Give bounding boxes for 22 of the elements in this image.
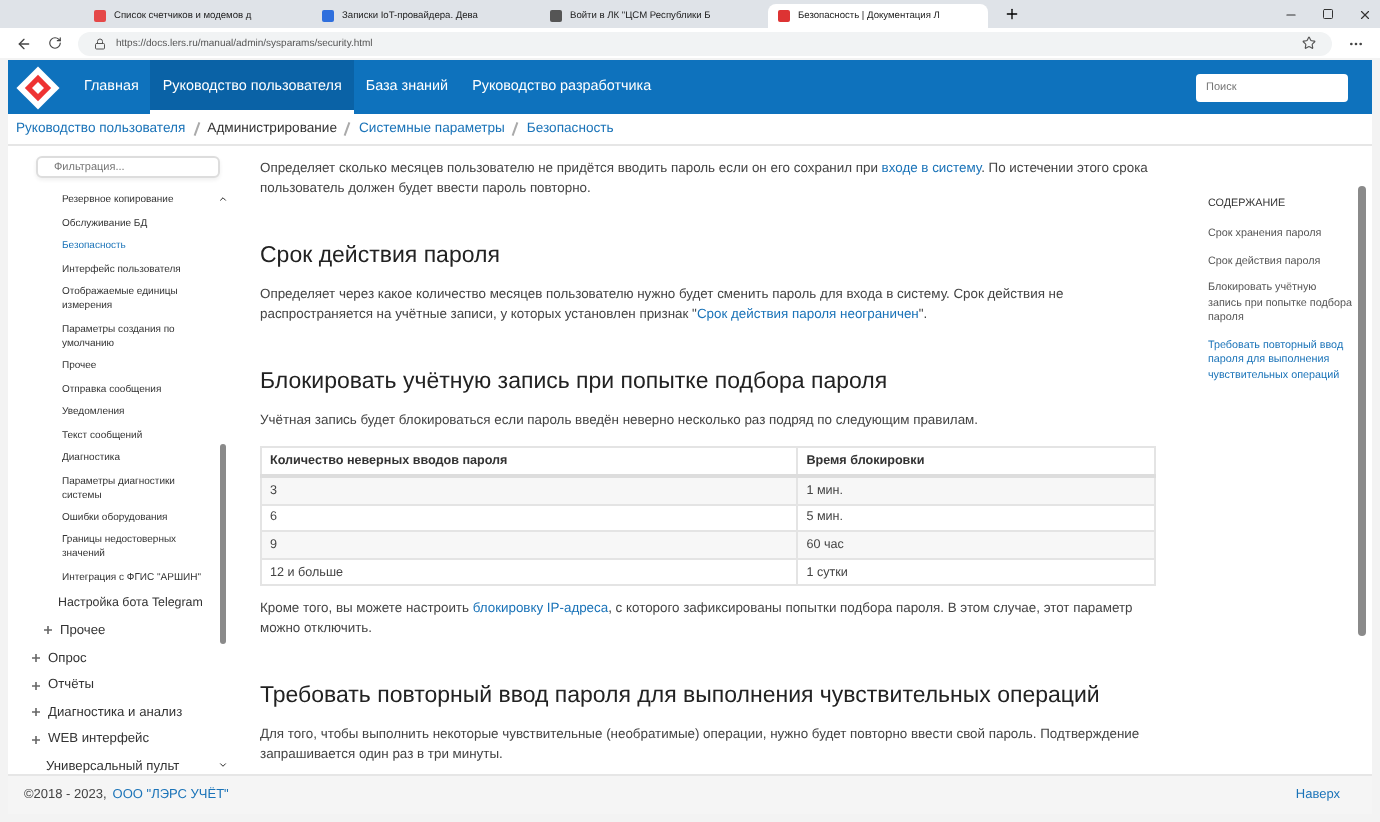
scrollbar[interactable] (218, 194, 228, 770)
star-icon[interactable] (1302, 36, 1316, 50)
section-heading: Блокировать учётную запись при попытке подбора пароля (260, 368, 890, 396)
section-heading: Требовать повторный ввод пароля для выполнения чувствительных операций (260, 682, 1102, 711)
lock-icon (94, 37, 106, 49)
plus-icon (32, 681, 40, 690)
scroll-up-icon[interactable] (218, 194, 228, 204)
favicon-icon (550, 10, 562, 22)
maximize-icon[interactable] (1322, 7, 1334, 19)
favicon-icon (778, 10, 790, 22)
new-tab-icon[interactable] (1004, 6, 1020, 22)
plus-icon (44, 626, 52, 635)
favicon-icon (94, 10, 106, 22)
plus-icon (32, 654, 40, 663)
favicon-icon (322, 10, 334, 22)
scroll-down-icon[interactable] (218, 760, 228, 770)
section-heading: Срок действия пароля (260, 242, 502, 270)
refresh-icon[interactable] (48, 36, 62, 50)
close-icon[interactable] (1358, 7, 1372, 21)
back-icon[interactable] (16, 35, 32, 51)
plus-icon (32, 708, 40, 717)
plus-icon (32, 735, 40, 744)
